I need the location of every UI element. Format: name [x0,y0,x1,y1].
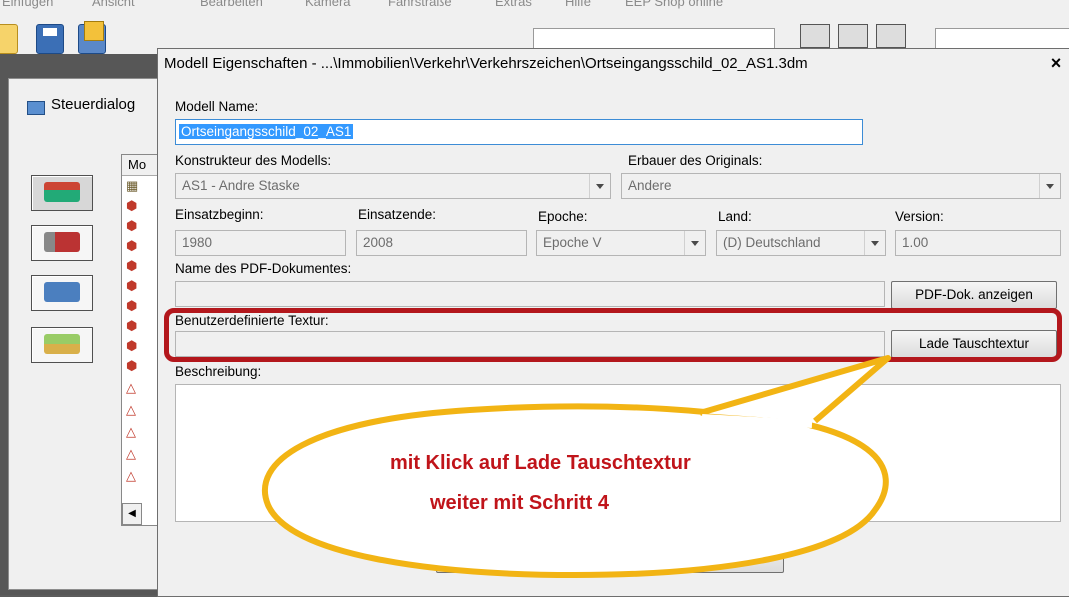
steuerdialog-panel: Steuerdialog Mo ▦ ⬢ ⬢ ⬢ ⬢ ⬢ ⬢ ⬢ ⬢ ⬢ △ △ … [8,78,163,590]
house-sign-icon[interactable]: ⬢ [126,299,140,313]
warning-sign-icon[interactable]: △ [126,425,140,439]
house-sign-icon[interactable]: ⬢ [126,339,140,353]
menu-item[interactable]: Hilfe [565,0,591,9]
house-sign-icon[interactable]: ⬢ [126,359,140,373]
save-icon[interactable] [36,24,64,54]
einsatzbeginn-label: Einsatzbeginn: [175,207,264,222]
main-menubar: Einfügen Ansicht Bearbeiten Kamera Fahrs… [0,0,1069,18]
konstrukteur-label: Konstrukteur des Modells: [175,153,332,168]
land-select[interactable]: (D) Deutschland [716,230,886,256]
menu-item[interactable]: Einfügen [2,0,53,9]
warning-sign-icon[interactable]: △ [126,403,140,417]
version-label: Version: [895,209,944,224]
dialog-title: Modell Eigenschaften - ...\Immobilien\Ve… [164,55,808,72]
model-list-header-label: Mo [128,157,147,172]
pdf-field[interactable] [175,281,885,307]
house-sign-icon[interactable]: ⬢ [126,319,140,333]
epoche-value: Epoche V [543,235,602,250]
scroll-left-arrow-icon[interactable]: ◀ [122,503,142,525]
terrain-icon [44,334,80,354]
menu-item[interactable]: Bearbeiten [200,0,263,9]
chevron-down-icon[interactable] [589,174,610,198]
chevron-down-icon[interactable] [1039,174,1060,198]
chevron-down-icon[interactable] [864,231,885,255]
house-sign-icon[interactable]: ⬢ [126,259,140,273]
konstrukteur-value: AS1 - Andre Staske [182,178,300,193]
menu-item[interactable]: Ansicht [92,0,135,9]
version-value: 1.00 [902,235,929,250]
konstrukteur-select[interactable]: AS1 - Andre Staske [175,173,611,199]
model-name-value: Ortseingangsschild_02_AS1 [179,124,354,139]
einsatzbeginn-field[interactable]: 1980 [175,230,346,256]
pdf-show-button[interactable]: PDF-Dok. anzeigen [891,281,1057,309]
steuerdialog-header: Steuerdialog [19,92,159,122]
building-edit-icon[interactable] [838,24,868,48]
einsatzende-value: 2008 [363,235,394,250]
erbauer-select[interactable]: Andere [621,173,1061,199]
building-list-icon[interactable] [876,24,906,48]
version-field[interactable]: 1.00 [895,230,1061,256]
train-icon [44,232,80,252]
erbauer-label: Erbauer des Originals: [628,153,763,168]
menu-item[interactable]: Kamera [305,0,351,9]
steuerdialog-title: Steuerdialog [51,96,136,113]
dialog-titlebar[interactable]: Modell Eigenschaften - ...\Immobilien\Ve… [158,49,1069,77]
model-name-label: Modell Name: [175,99,259,114]
save-as-icon[interactable] [78,21,106,54]
open-folder-icon[interactable] [0,24,18,54]
callout-line-1: mit Klick auf Lade Tauschtextur [390,452,691,474]
warning-sign-icon[interactable]: △ [126,381,140,395]
menu-item[interactable]: Extras [495,0,532,9]
house-sign-icon[interactable]: ⬢ [126,219,140,233]
warning-sign-icon[interactable]: △ [126,447,140,461]
rail-icon[interactable]: ▦ [126,179,140,193]
land-label: Land: [718,209,752,224]
pdf-label: Name des PDF-Dokumentes: [175,261,352,276]
building-icon[interactable] [800,24,830,48]
mode-button-rail[interactable] [31,225,93,261]
house-sign-icon[interactable]: ⬢ [126,239,140,253]
land-value: (D) Deutschland [723,235,821,250]
callout-line-2: weiter mit Schritt 4 [430,492,609,514]
house-sign-icon[interactable]: ⬢ [126,279,140,293]
close-icon[interactable]: × [1046,53,1066,73]
highlight-frame [164,308,1062,362]
epoche-label: Epoche: [538,209,588,224]
mode-button-landscape[interactable] [31,175,93,211]
menu-item[interactable]: Fahrstraße [388,0,452,9]
menu-item[interactable]: EEP Shop online [625,0,723,9]
window-icon [27,101,45,115]
model-name-input[interactable]: Ortseingangsschild_02_AS1 [175,119,863,145]
epoche-select[interactable]: Epoche V [536,230,706,256]
landscape-icon [44,182,80,202]
camera-icon [44,282,80,302]
erbauer-value: Andere [628,178,672,193]
chevron-down-icon[interactable] [684,231,705,255]
einsatzende-label: Einsatzende: [358,207,437,222]
house-sign-icon[interactable]: ⬢ [126,199,140,213]
description-label: Beschreibung: [175,364,262,379]
ok-button[interactable]: OK [436,537,564,573]
mode-button-camera[interactable] [31,275,93,311]
mode-button-terrain[interactable] [31,327,93,363]
model-list-header: Mo [122,155,162,176]
einsatzbeginn-value: 1980 [182,235,213,250]
einsatzende-field[interactable]: 2008 [356,230,527,256]
cancel-button[interactable]: Abbrechen [624,537,784,573]
warning-sign-icon[interactable]: △ [126,469,140,483]
